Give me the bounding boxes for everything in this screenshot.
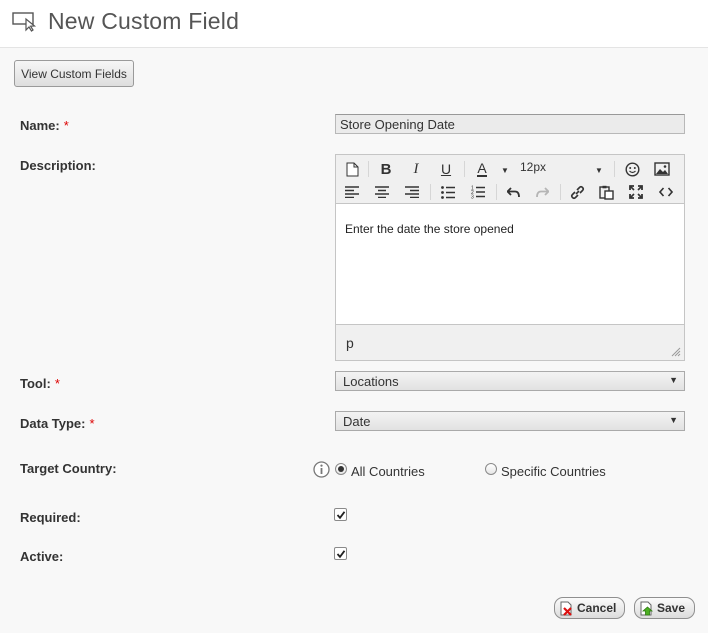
editor-toolbar: B I U A ▼ 12px ▼ 123: [336, 155, 684, 204]
name-input[interactable]: [335, 114, 685, 134]
text-color-icon[interactable]: A: [470, 159, 494, 179]
underline-icon[interactable]: U: [434, 159, 458, 179]
chevron-down-icon[interactable]: ▼: [501, 166, 509, 175]
data-type-select[interactable]: Date ▼: [335, 411, 685, 431]
save-label: Save: [657, 601, 686, 615]
active-label: Active:: [20, 549, 64, 564]
chevron-down-icon: ▼: [669, 415, 678, 425]
toolbar-separator: [368, 161, 369, 177]
toolbar-separator: [496, 184, 497, 200]
save-button[interactable]: Save: [634, 597, 695, 619]
chevron-down-icon: ▼: [669, 375, 678, 385]
custom-field-icon: [12, 12, 37, 32]
chevron-down-icon[interactable]: ▼: [595, 166, 603, 175]
toolbar-separator: [464, 161, 465, 177]
paste-icon[interactable]: [594, 182, 618, 202]
toolbar-separator: [614, 161, 615, 177]
check-icon: [336, 550, 346, 559]
editor-statusbar: p: [336, 324, 684, 360]
description-editor: B I U A ▼ 12px ▼ 123 Enter the date the …: [335, 154, 685, 361]
align-center-icon[interactable]: [370, 182, 394, 202]
tool-select[interactable]: Locations ▼: [335, 371, 685, 391]
specific-countries-radio[interactable]: [485, 463, 497, 475]
svg-text:3: 3: [471, 195, 474, 200]
required-mark: *: [89, 416, 95, 431]
required-mark: *: [54, 376, 60, 391]
all-countries-radio[interactable]: [335, 463, 347, 475]
active-checkbox[interactable]: [334, 547, 347, 560]
cancel-button[interactable]: Cancel: [554, 597, 625, 619]
name-label: Name: *: [20, 118, 69, 133]
required-mark: *: [63, 118, 69, 133]
page-title: New Custom Field: [48, 8, 240, 34]
toolbar-separator: [430, 184, 431, 200]
font-size-select[interactable]: 12px: [520, 160, 546, 174]
data-type-select-value: Date: [343, 414, 371, 429]
element-path[interactable]: p: [346, 335, 354, 351]
required-checkbox[interactable]: [334, 508, 347, 521]
bold-icon[interactable]: B: [374, 159, 398, 179]
resize-handle-icon[interactable]: [671, 347, 681, 357]
cancel-icon: [560, 601, 572, 616]
toolbar-separator: [560, 184, 561, 200]
description-label: Description:: [20, 158, 96, 173]
cancel-label: Cancel: [577, 601, 617, 615]
data-type-label: Data Type: *: [20, 416, 95, 431]
required-label: Required:: [20, 510, 81, 525]
all-countries-label: All Countries: [351, 464, 425, 479]
redo-icon[interactable]: [530, 182, 554, 202]
info-icon[interactable]: [313, 461, 330, 478]
check-icon: [336, 511, 346, 520]
specific-countries-label: Specific Countries: [501, 464, 606, 479]
undo-icon[interactable]: [502, 182, 526, 202]
view-custom-fields-button[interactable]: View Custom Fields: [14, 60, 134, 87]
save-icon: [640, 601, 654, 615]
tool-label: Tool: *: [20, 376, 60, 391]
new-document-icon[interactable]: [340, 159, 364, 179]
page-header: New Custom Field: [0, 0, 708, 48]
align-right-icon[interactable]: [400, 182, 424, 202]
align-left-icon[interactable]: [340, 182, 364, 202]
numbered-list-icon[interactable]: 123: [466, 182, 490, 202]
target-country-label: Target Country:: [20, 461, 117, 476]
editor-content[interactable]: Enter the date the store opened: [336, 205, 684, 323]
code-view-icon[interactable]: [654, 182, 678, 202]
fullscreen-icon[interactable]: [624, 182, 648, 202]
italic-icon[interactable]: I: [404, 159, 428, 179]
emoticon-icon[interactable]: [620, 159, 644, 179]
image-icon[interactable]: [650, 159, 674, 179]
tool-select-value: Locations: [343, 374, 399, 389]
bullet-list-icon[interactable]: [436, 182, 460, 202]
link-icon[interactable]: [565, 182, 589, 202]
